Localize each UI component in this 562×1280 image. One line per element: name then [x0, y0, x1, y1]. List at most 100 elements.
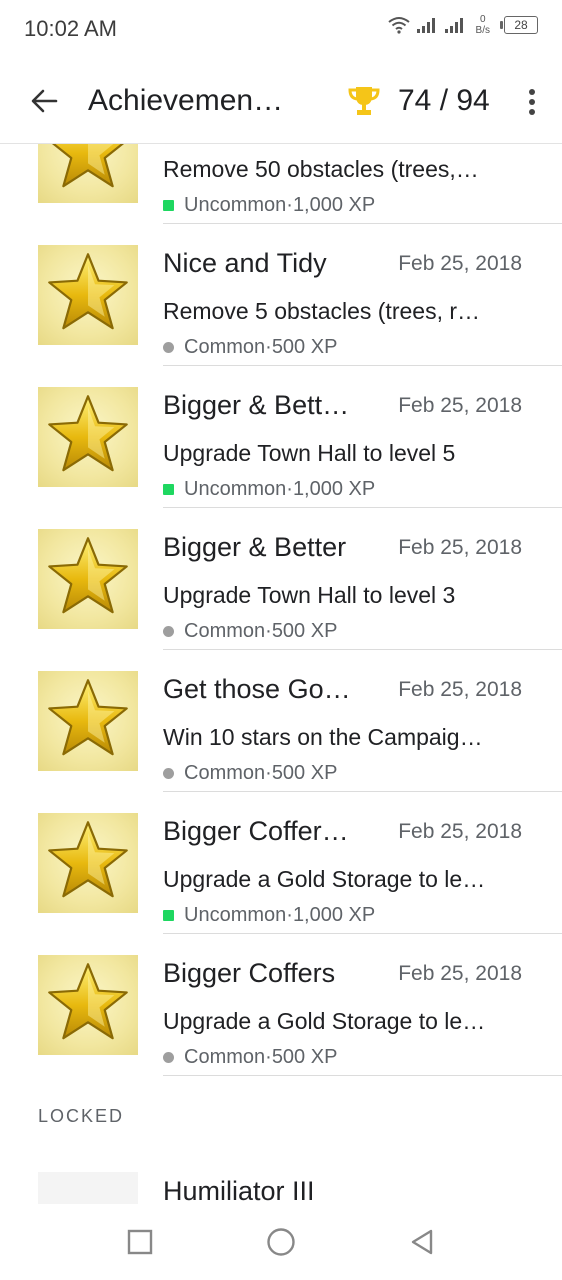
achievement-xp: 500 XP [271, 762, 338, 784]
achievement-item[interactable]: Bigger Coffers Feb 25, 2018 Upgrade a Gold… [0, 934, 562, 1076]
achievement-xp: 1,000 XP [292, 194, 376, 216]
status-time: 10:02 AM [24, 16, 117, 41]
achievement-title: Bigger & Bett… [163, 390, 350, 420]
rarity-indicator-icon [163, 768, 174, 779]
rarity-indicator-icon [163, 342, 174, 353]
achievement-title: Get those Go… [163, 674, 351, 704]
achievement-description: Upgrade a Gold Storage to le… [163, 1008, 486, 1034]
achievement-thumbnail [38, 529, 138, 629]
achievement-item[interactable]: Bigger & Better Feb 25, 2018 Upgrade Town … [0, 508, 562, 650]
meta-separator: · [286, 478, 293, 500]
rarity-indicator-icon [163, 1052, 174, 1063]
achievement-count: 74 / 94 [398, 83, 490, 117]
star-icon [44, 533, 132, 626]
rarity-indicator-icon [163, 200, 174, 211]
app-bar: Achievemen… 74 / 94 [0, 58, 562, 144]
star-icon [44, 675, 132, 768]
wifi-icon [387, 17, 410, 34]
achievement-item[interactable]: Nice and Tidy Feb 25, 2018 Remove 5 obstac… [0, 224, 562, 366]
achievement-date: Feb 25, 2018 [398, 962, 522, 985]
rarity-indicator-icon [163, 626, 174, 637]
achievement-description: Win 10 stars on the Campaig… [163, 724, 483, 750]
achievement-date: Feb 25, 2018 [398, 536, 522, 559]
achievement-title: Bigger Coffers [163, 958, 336, 988]
achievement-meta: Uncommon · 1,000 XP [163, 478, 375, 501]
locked-achievement-item[interactable]: Humiliator III [0, 1162, 562, 1204]
achievement-description: Remove 5 obstacles (trees, r… [163, 298, 481, 324]
meta-separator: · [265, 1046, 272, 1068]
battery-icon: 28 [500, 16, 538, 34]
status-bar: 10:02 AM 0 B/s 28 [0, 0, 562, 58]
achievement-item[interactable]: Bigger & Bett… Feb 25, 2018 Upgrade Town H… [0, 366, 562, 508]
star-icon [44, 249, 132, 342]
achievement-description: Upgrade Town Hall to level 5 [163, 440, 456, 466]
achievement-thumbnail [38, 387, 138, 487]
achievement-description: Upgrade a Gold Storage to le… [163, 866, 486, 892]
meta-separator: · [265, 620, 272, 642]
achievement-rarity: Uncommon [184, 478, 287, 500]
achievement-date: Feb 25, 2018 [398, 394, 522, 417]
achievement-thumbnail [38, 813, 138, 913]
meta-separator: · [286, 194, 293, 216]
achievement-item[interactable]: Bigger Coffer… Feb 25, 2018 Upgrade a Gold… [0, 792, 562, 934]
achievement-date: Feb 25, 2018 [398, 252, 522, 275]
locked-achievement-title: Humiliator III [163, 1176, 315, 1204]
recent-apps-icon [128, 1229, 153, 1255]
achievements-list[interactable]: Remove 50 obstacles (trees,… Uncommon · 1… [0, 144, 562, 1204]
locked-section-header: LOCKED [38, 1106, 125, 1126]
arrow-back-icon [31, 89, 58, 112]
achievement-item[interactable]: Remove 50 obstacles (trees,… Uncommon · 1… [0, 144, 562, 224]
achievement-description: Remove 50 obstacles (trees,… [163, 156, 479, 182]
star-icon [44, 959, 132, 1052]
more-vert-icon [529, 89, 535, 115]
star-icon [44, 817, 132, 910]
achievement-xp: 500 XP [271, 1046, 338, 1068]
system-nav-bar [0, 1204, 562, 1280]
back-button[interactable] [0, 58, 88, 144]
achievement-title: Bigger & Better [163, 532, 347, 562]
achievement-rarity: Common [184, 336, 266, 358]
trophy-icon [344, 81, 384, 121]
achievement-date: Feb 25, 2018 [398, 678, 522, 701]
achievement-item[interactable]: Get those Go… Feb 25, 2018 Win 10 stars on… [0, 650, 562, 792]
achievement-rarity: Uncommon [184, 194, 287, 216]
achievement-meta: Uncommon · 1,000 XP [163, 194, 375, 217]
rarity-indicator-icon [163, 484, 174, 495]
home-icon [267, 1228, 295, 1256]
page-title: Achievemen… [88, 83, 284, 117]
achievement-description: Upgrade Town Hall to level 3 [163, 582, 456, 608]
achievement-thumbnail [38, 955, 138, 1055]
achievement-rarity: Uncommon [184, 904, 287, 926]
achievement-thumbnail [38, 245, 138, 345]
achievement-rarity: Common [184, 1046, 266, 1068]
signal-icon [444, 18, 463, 33]
achievement-meta: Common · 500 XP [163, 762, 337, 785]
network-speed-unit: B/s [475, 25, 490, 36]
achievement-xp: 500 XP [271, 620, 338, 642]
achievement-xp: 1,000 XP [292, 904, 376, 926]
locked-achievement-thumbnail [38, 1172, 138, 1204]
overflow-menu-button[interactable] [520, 82, 544, 122]
achievement-meta: Common · 500 XP [163, 620, 337, 643]
achievement-meta: Common · 500 XP [163, 1046, 337, 1069]
achievement-title: Bigger Coffer… [163, 816, 349, 846]
star-icon [44, 144, 132, 200]
meta-separator: · [265, 336, 272, 358]
battery-level: 28 [514, 18, 528, 32]
network-speed-value: 0 [479, 14, 486, 25]
nav-back-button[interactable] [392, 1212, 452, 1272]
achievements-list-content: Remove 50 obstacles (trees,… Uncommon · 1… [0, 144, 562, 1204]
achievement-title: Nice and Tidy [163, 248, 327, 278]
rarity-indicator-icon [163, 910, 174, 921]
achievement-xp: 1,000 XP [292, 478, 376, 500]
meta-separator: · [265, 762, 272, 784]
achievement-meta: Common · 500 XP [163, 336, 337, 359]
achievement-rarity: Common [184, 762, 266, 784]
home-button[interactable] [251, 1212, 311, 1272]
signal-icon [416, 18, 435, 33]
achievement-thumbnail [38, 671, 138, 771]
back-icon [411, 1229, 432, 1255]
recent-apps-button[interactable] [110, 1212, 170, 1272]
achievement-xp: 500 XP [271, 336, 338, 358]
status-icons: 0 B/s 28 [387, 14, 538, 36]
